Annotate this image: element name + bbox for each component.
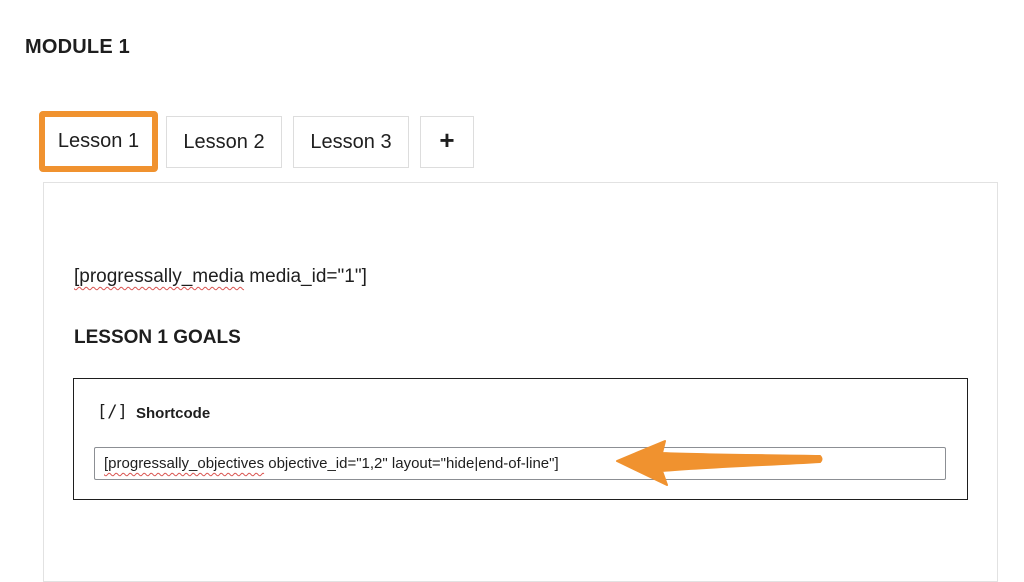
module-title: MODULE 1 <box>25 36 130 58</box>
add-lesson-button[interactable]: + <box>420 116 474 168</box>
shortcode-value-args: objective_id="1,2" layout="hide|end-of-l… <box>264 455 559 472</box>
media-shortcode-name: [progressally_media <box>74 266 245 287</box>
shortcode-block[interactable] <box>73 378 968 500</box>
shortcode-value-name: [progressally_objectives <box>104 455 265 472</box>
media-shortcode-paragraph[interactable]: [progressally_media media_id="1"] <box>74 266 367 288</box>
tab-lesson-1[interactable]: Lesson 1 <box>39 111 158 172</box>
tab-lesson-3[interactable]: Lesson 3 <box>293 116 409 168</box>
tab-lesson-2[interactable]: Lesson 2 <box>166 116 282 168</box>
shortcode-block-label: Shortcode <box>136 405 211 422</box>
shortcode-icon: [/] <box>97 402 128 422</box>
media-shortcode-args: media_id="1"] <box>244 266 367 287</box>
lesson-goals-heading[interactable]: LESSON 1 GOALS <box>74 327 241 349</box>
arrow-icon <box>616 440 823 486</box>
